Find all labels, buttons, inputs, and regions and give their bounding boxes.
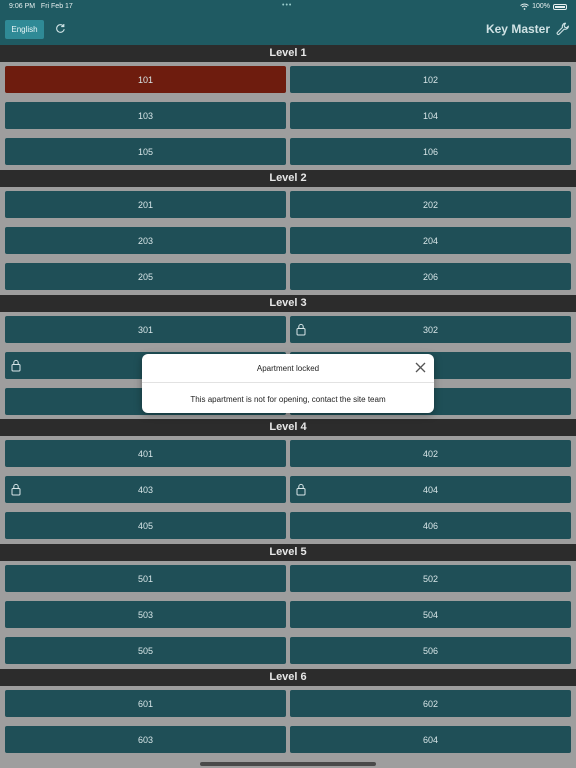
apartment-button[interactable]: 103	[5, 102, 286, 129]
apartment-number: 506	[422, 645, 439, 656]
apartment-number: 504	[422, 609, 439, 620]
app-title: Key Master	[485, 22, 550, 36]
close-icon[interactable]	[415, 362, 426, 373]
apartment-button[interactable]: 203	[5, 227, 286, 254]
lock-icon	[296, 323, 306, 336]
apartment-button[interactable]: 204	[290, 227, 571, 254]
home-indicator	[200, 762, 376, 766]
apartment-button[interactable]: 201	[5, 191, 286, 218]
battery-percent: 100%	[532, 3, 550, 10]
apartment-button[interactable]: 405	[5, 512, 286, 539]
apartment-button[interactable]: 205	[5, 263, 286, 290]
level-header: Level 4	[0, 419, 576, 436]
apartment-button[interactable]: 503	[5, 601, 286, 628]
apartment-number: 106	[422, 146, 439, 157]
apartment-button[interactable]: 601	[5, 690, 286, 717]
apartment-number: 201	[137, 199, 154, 210]
apartment-button[interactable]: 504	[290, 601, 571, 628]
apartment-button[interactable]: 101	[5, 66, 286, 93]
apartment-button[interactable]: 104	[290, 102, 571, 129]
wrench-icon[interactable]	[556, 22, 570, 36]
apartment-button[interactable]: 102	[290, 66, 571, 93]
dialog-divider	[142, 382, 434, 383]
apartment-number: 104	[422, 110, 439, 121]
wifi-icon	[520, 3, 529, 10]
apartment-button[interactable]: 202	[290, 191, 571, 218]
apartment-button[interactable]: 501	[5, 565, 286, 592]
apartment-number: 406	[422, 520, 439, 531]
apartment-button[interactable]: 602	[290, 690, 571, 717]
apartment-number: 105	[137, 146, 154, 157]
apartment-button[interactable]: 403	[5, 476, 286, 503]
apartment-number: 202	[422, 199, 439, 210]
status-time: 9:06 PM Fri Feb 17	[9, 3, 73, 10]
apartment-button[interactable]: 404	[290, 476, 571, 503]
level-header: Level 1	[0, 45, 576, 62]
language-button[interactable]: English	[5, 20, 44, 39]
apartment-number: 603	[137, 734, 154, 745]
apartment-button[interactable]: 402	[290, 440, 571, 467]
apartment-number: 502	[422, 573, 439, 584]
apartment-number: 102	[422, 74, 439, 85]
apartment-number: 601	[137, 698, 154, 709]
apartment-number: 501	[137, 573, 154, 584]
apartment-number: 203	[137, 235, 154, 246]
apartment-button[interactable]: 502	[290, 565, 571, 592]
status-bar: 9:06 PM Fri Feb 17 ••• 100%	[0, 0, 576, 14]
apartment-number: 404	[422, 484, 439, 495]
apartment-button[interactable]: 505	[5, 637, 286, 664]
apartment-number: 103	[137, 110, 154, 121]
lock-icon	[11, 359, 21, 372]
apartment-number: 602	[422, 698, 439, 709]
apartment-number: 301	[137, 324, 154, 335]
apartment-number: 206	[422, 271, 439, 282]
apartment-button[interactable]: 105	[5, 138, 286, 165]
apartment-button[interactable]: 604	[290, 726, 571, 753]
apartment-number: 302	[422, 324, 439, 335]
top-nav-bar: English Key Master	[0, 14, 576, 45]
apartment-number: 604	[422, 734, 439, 745]
apartment-number: 405	[137, 520, 154, 531]
apartment-button[interactable]: 206	[290, 263, 571, 290]
refresh-icon[interactable]	[55, 23, 66, 34]
multitask-dots[interactable]: •••	[282, 2, 292, 9]
level-header: Level 6	[0, 669, 576, 686]
apartment-button[interactable]: 106	[290, 138, 571, 165]
status-indicators: 100%	[520, 3, 567, 10]
apartment-button[interactable]: 506	[290, 637, 571, 664]
apartment-number: 101	[137, 74, 154, 85]
lock-icon	[11, 483, 21, 496]
dialog-title: Apartment locked	[256, 364, 320, 373]
apartment-locked-dialog: Apartment locked This apartment is not f…	[142, 354, 434, 413]
dialog-message: This apartment is not for opening, conta…	[190, 395, 386, 404]
apartment-button[interactable]: 401	[5, 440, 286, 467]
apartment-button[interactable]: 302	[290, 316, 571, 343]
apartment-number: 401	[137, 448, 154, 459]
battery-icon	[553, 3, 567, 10]
apartment-number: 205	[137, 271, 154, 282]
apartment-number: 402	[422, 448, 439, 459]
level-header: Level 3	[0, 295, 576, 312]
apartment-number: 204	[422, 235, 439, 246]
apartment-button[interactable]: 406	[290, 512, 571, 539]
apartment-number: 403	[137, 484, 154, 495]
apartment-number: 503	[137, 609, 154, 620]
apartment-number: 505	[137, 645, 154, 656]
apartment-button[interactable]: 603	[5, 726, 286, 753]
level-header: Level 5	[0, 544, 576, 561]
level-header: Level 2	[0, 170, 576, 187]
apartment-button[interactable]: 301	[5, 316, 286, 343]
lock-icon	[296, 483, 306, 496]
